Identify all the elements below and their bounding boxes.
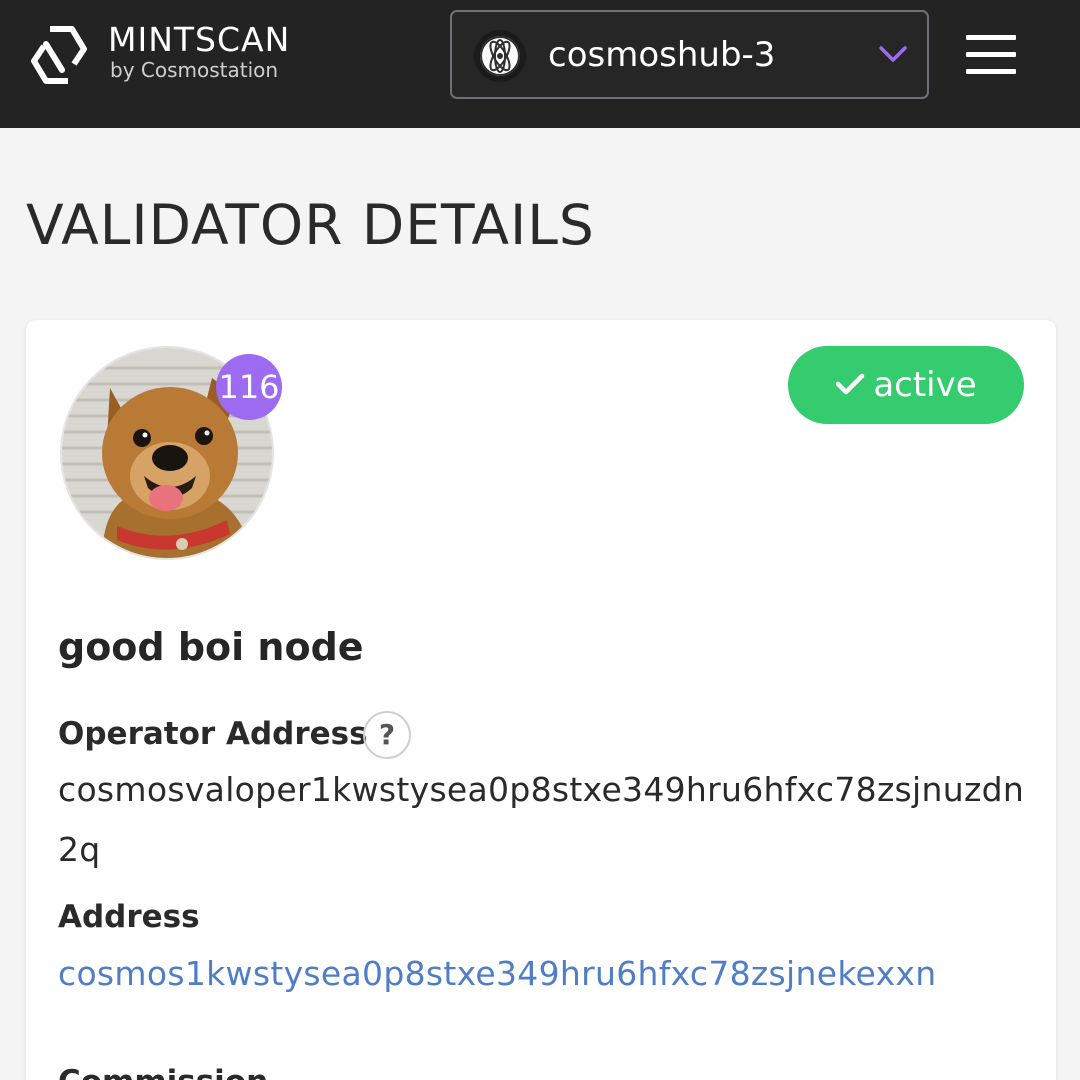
validator-detail-card: 116 active good boi node Operator Addres…	[26, 320, 1056, 1080]
hamburger-menu-icon[interactable]	[966, 35, 1018, 75]
page-title: VALIDATOR DETAILS	[26, 193, 595, 257]
help-question-icon[interactable]: ?	[363, 711, 411, 759]
mintscan-logo-icon[interactable]	[26, 24, 92, 86]
brand-subtitle: by Cosmostation	[110, 58, 279, 82]
cosmos-atom-icon	[474, 30, 526, 82]
status-text: active	[873, 365, 977, 405]
commission-label: Commission	[58, 1062, 268, 1080]
account-address-link[interactable]: cosmos1kwstysea0p8stxe349hru6hfxc78zsjne…	[58, 952, 936, 996]
address-label: Address	[58, 899, 200, 935]
chain-selector-dropdown[interactable]: cosmoshub-3	[450, 10, 929, 99]
chain-name: cosmoshub-3	[548, 35, 776, 75]
validator-name: good boi node	[58, 625, 364, 669]
status-badge: active	[788, 346, 1024, 424]
operator-address-label: Operator Address	[58, 716, 368, 752]
top-navbar: MINTSCAN by Cosmostation cosmoshub-3	[0, 0, 1080, 128]
brand-title[interactable]: MINTSCAN	[108, 20, 290, 60]
checkmark-icon	[836, 373, 865, 394]
operator-address-value: cosmosvaloper1kwstysea0p8stxe349hru6hfxc…	[58, 770, 1025, 869]
validator-rank-badge: 116	[216, 354, 282, 420]
chevron-down-icon	[879, 46, 907, 62]
